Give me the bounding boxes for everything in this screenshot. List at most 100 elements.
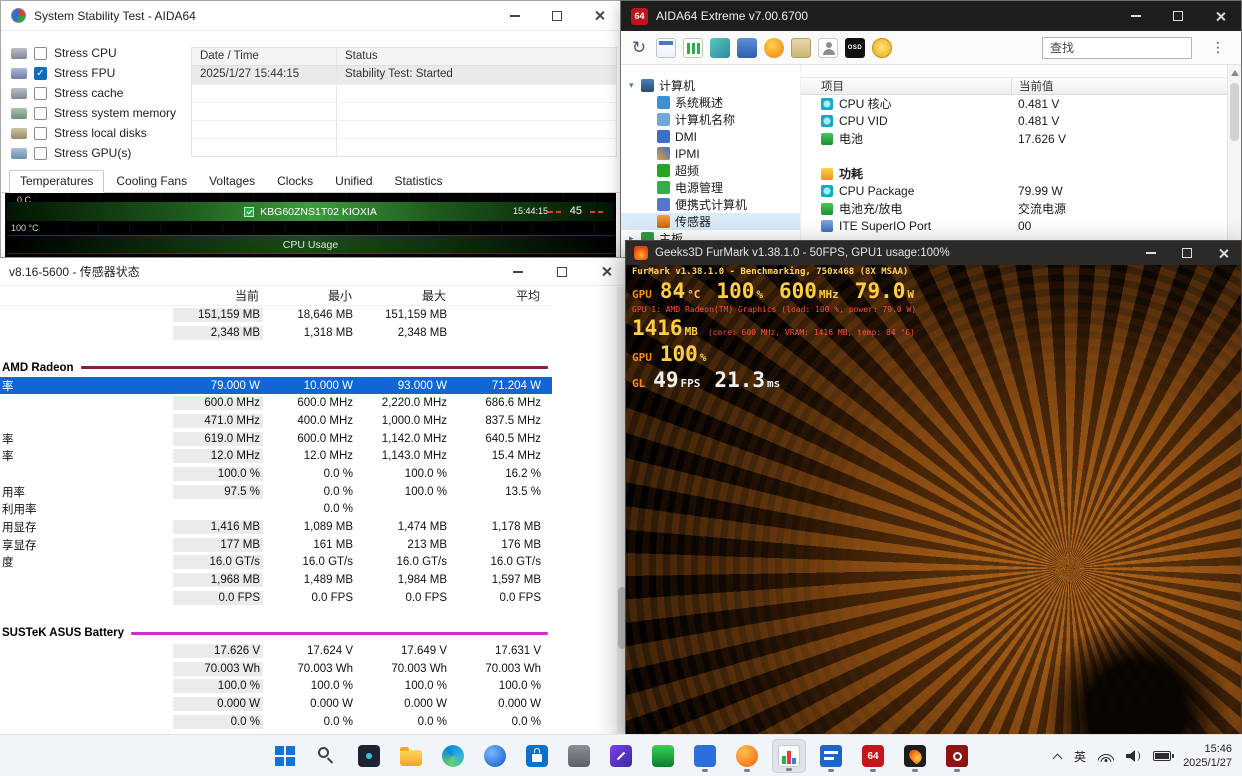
panel-row[interactable]: 电池充/放电交流电源 <box>801 200 1227 218</box>
taskbar-store[interactable] <box>520 739 554 773</box>
sensor-row[interactable]: 1,968 MB1,489 MB1,984 MB1,597 MB <box>0 571 552 589</box>
taskbar-search[interactable] <box>310 739 344 773</box>
wifi-icon[interactable] <box>1098 750 1114 762</box>
taskbar-obs[interactable] <box>940 739 974 773</box>
sensor-row[interactable]: 用率97.5 %0.0 %100.0 %13.5 % <box>0 483 552 501</box>
panel-row[interactable]: ITE SuperIO Port00 <box>801 218 1227 236</box>
chart-report-icon[interactable] <box>683 38 703 58</box>
scroll-up-icon[interactable] <box>1231 70 1239 76</box>
tab-statistics[interactable]: Statistics <box>385 171 453 192</box>
sensor-row[interactable]: 率619.0 MHz600.0 MHz1,142.0 MHz640.5 MHz <box>0 430 552 448</box>
stress-checkbox[interactable] <box>34 107 47 120</box>
sensor-row[interactable]: 2,348 MB1,318 MB2,348 MB <box>0 324 552 342</box>
log-column-header[interactable]: Date / Time <box>192 48 337 65</box>
maximize-button[interactable] <box>1157 1 1199 31</box>
taskbar-app-gray[interactable] <box>562 739 596 773</box>
minimize-button[interactable] <box>1133 241 1169 265</box>
sensor-column-header[interactable]: 当前 <box>58 287 265 304</box>
tab-unified[interactable]: Unified <box>325 171 382 192</box>
close-button[interactable] <box>1199 1 1241 31</box>
tree-item-power-management[interactable]: 电源管理 <box>621 179 800 196</box>
sensor-row[interactable]: 70.003 Wh70.003 Wh70.003 Wh70.003 Wh <box>0 660 552 678</box>
furmark-titlebar[interactable]: Geeks3D FurMark v1.38.1.0 - 50FPS, GPU1 … <box>626 241 1241 265</box>
taskbar-sensor-panel[interactable] <box>814 739 848 773</box>
tab-cooling-fans[interactable]: Cooling Fans <box>106 171 197 192</box>
tree-item-ipmi[interactable]: IPMI <box>621 145 800 162</box>
sensor-row[interactable]: 利用率0.0 % <box>0 501 552 519</box>
sensor-column-header[interactable]: 平均 <box>452 287 546 304</box>
sensor-row[interactable]: 率79.000 W10.000 W93.000 W71.204 W <box>0 377 552 395</box>
tab-temperatures[interactable]: Temperatures <box>9 170 104 193</box>
stress-option[interactable]: Stress CPU <box>1 43 191 63</box>
taskbar-file-explorer[interactable] <box>394 739 428 773</box>
stability-titlebar[interactable]: System Stability Test - AIDA64 <box>1 1 620 31</box>
log-row[interactable]: 2025/1/27 15:44:15Stability Test: Starte… <box>192 66 616 84</box>
maximize-button[interactable] <box>536 1 578 30</box>
sensor-column-header[interactable]: 最小 <box>265 287 358 304</box>
tree-item-system-overview[interactable]: 系统概述 <box>621 94 800 111</box>
sensor-row[interactable]: 0.000 W0.000 W0.000 W0.000 W <box>0 695 552 713</box>
close-button[interactable] <box>1205 241 1241 265</box>
osd-icon[interactable]: OSD <box>845 38 865 58</box>
clipboard-icon[interactable] <box>791 38 811 58</box>
scrollbar-thumb[interactable] <box>1230 83 1239 141</box>
minimize-button[interactable] <box>494 1 536 30</box>
report-page-icon[interactable] <box>656 38 676 58</box>
panel-row[interactable]: CPU VID0.481 V <box>801 113 1227 131</box>
taskbar-start[interactable] <box>268 739 302 773</box>
stress-checkbox[interactable]: ✓ <box>34 67 47 80</box>
tree-item-overclock[interactable]: 超频 <box>621 162 800 179</box>
panel-row[interactable]: CPU 核心0.481 V <box>801 95 1227 113</box>
volume-icon[interactable] <box>1126 750 1141 762</box>
log-column-header[interactable]: Status <box>337 48 616 65</box>
stress-option[interactable]: Stress local disks <box>1 123 191 143</box>
stress-checkbox[interactable] <box>34 147 47 160</box>
minimize-button[interactable] <box>496 258 540 285</box>
nav-refresh-icon[interactable]: ↻ <box>629 38 649 58</box>
tree-item-portable-computer[interactable]: 便携式计算机 <box>621 196 800 213</box>
tab-clocks[interactable]: Clocks <box>267 171 323 192</box>
panel-row[interactable]: CPU Package79.99 W <box>801 183 1227 201</box>
kebab-menu-icon[interactable]: ⋮ <box>1209 39 1227 56</box>
battery-icon[interactable] <box>1153 751 1171 761</box>
input-language-indicator[interactable]: 英 <box>1074 748 1086 765</box>
sensor-row[interactable]: 17.626 V17.624 V17.649 V17.631 V <box>0 642 552 660</box>
taskbar-aida64[interactable]: 64 <box>856 739 890 773</box>
taskbar-edge[interactable] <box>436 739 470 773</box>
tree-item-dmi[interactable]: DMI <box>621 128 800 145</box>
tree-item-computer-name[interactable]: 计算机名称 <box>621 111 800 128</box>
remote-monitor-icon[interactable] <box>737 38 757 58</box>
panel-column-value[interactable]: 当前值 <box>1011 78 1227 94</box>
taskbar-xbox[interactable] <box>646 739 680 773</box>
stress-option[interactable]: Stress cache <box>1 83 191 103</box>
sensor-section-row[interactable]: AMD Radeon <box>0 359 552 377</box>
sensor-row[interactable]: 0.0 FPS0.0 FPS0.0 FPS0.0 FPS <box>0 589 552 607</box>
taskbar-browser[interactable] <box>478 739 512 773</box>
search-input[interactable]: 查找 <box>1042 37 1192 59</box>
sensor-row[interactable]: 100.0 %100.0 %100.0 %100.0 % <box>0 677 552 695</box>
sensor-row[interactable]: 100.0 %0.0 %100.0 %16.2 % <box>0 465 552 483</box>
maximize-button[interactable] <box>540 258 584 285</box>
sensors-titlebar[interactable]: v8.16-5600 - 传感器状态 <box>0 258 628 286</box>
aida-titlebar[interactable]: 64 AIDA64 Extreme v7.00.6700 <box>621 1 1241 31</box>
close-button[interactable] <box>584 258 628 285</box>
stress-checkbox[interactable] <box>34 47 47 60</box>
taskbar-furmark[interactable] <box>898 739 932 773</box>
panel-row[interactable]: 电池17.626 V <box>801 130 1227 148</box>
maximize-button[interactable] <box>1169 241 1205 265</box>
chevron-down-icon[interactable]: ▾ <box>629 80 641 91</box>
stress-option[interactable]: Stress GPU(s) <box>1 143 191 163</box>
user-icon[interactable] <box>818 38 838 58</box>
tree-item-computer[interactable]: ▾计算机 <box>621 77 800 94</box>
taskbar-app-orange[interactable] <box>730 739 764 773</box>
sensor-row[interactable]: 用显存1,416 MB1,089 MB1,474 MB1,178 MB <box>0 518 552 536</box>
sensor-row[interactable]: 率12.0 MHz12.0 MHz1,143.0 MHz15.4 MHz <box>0 448 552 466</box>
stress-checkbox[interactable] <box>34 87 47 100</box>
taskbar-widgets[interactable] <box>352 739 386 773</box>
stress-option[interactable]: ✓Stress FPU <box>1 63 191 83</box>
close-button[interactable] <box>578 1 620 30</box>
stress-checkbox[interactable] <box>34 127 47 140</box>
tab-voltages[interactable]: Voltages <box>199 171 265 192</box>
sensor-row[interactable]: 0.0 %0.0 %0.0 %0.0 % <box>0 713 552 731</box>
aida-scrollbar[interactable] <box>1227 65 1241 261</box>
